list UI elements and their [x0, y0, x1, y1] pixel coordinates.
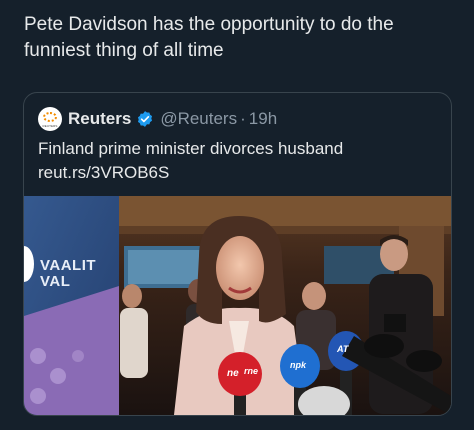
mic-label-blue-2: AT	[337, 344, 349, 354]
quoted-tweet-link[interactable]: reut.rs/3VROB6S	[38, 161, 438, 185]
reuters-logo-icon	[43, 112, 57, 122]
tweet-text: Pete Davidson has the opportunity to do …	[24, 14, 394, 61]
quoted-tweet-header: REUTERS Reuters @Reuters · 19h	[38, 107, 277, 131]
quoted-tweet-card[interactable]: REUTERS Reuters @Reuters · 19h Finland p…	[23, 92, 452, 416]
quoted-tweet-headline: Finland prime minister divorces husband	[38, 139, 344, 158]
quoted-tweet-body: Finland prime minister divorces husband …	[38, 137, 438, 185]
mic-label-red-2: rne	[244, 366, 259, 376]
author-handle[interactable]: @Reuters	[160, 109, 237, 129]
author-name[interactable]: Reuters	[68, 109, 131, 129]
reuters-avatar[interactable]: REUTERS	[38, 107, 62, 131]
post-timestamp[interactable]: 19h	[249, 109, 277, 129]
banner-text: VAALIT VAL	[40, 257, 97, 290]
mic-label-blue: npk	[290, 360, 307, 370]
meta-separator: ·	[240, 109, 246, 128]
mic-label-red: ne	[227, 368, 239, 379]
news-photo[interactable]: VAALIT VAL ne rne npk AT	[24, 196, 451, 415]
verified-badge-icon	[136, 110, 154, 128]
